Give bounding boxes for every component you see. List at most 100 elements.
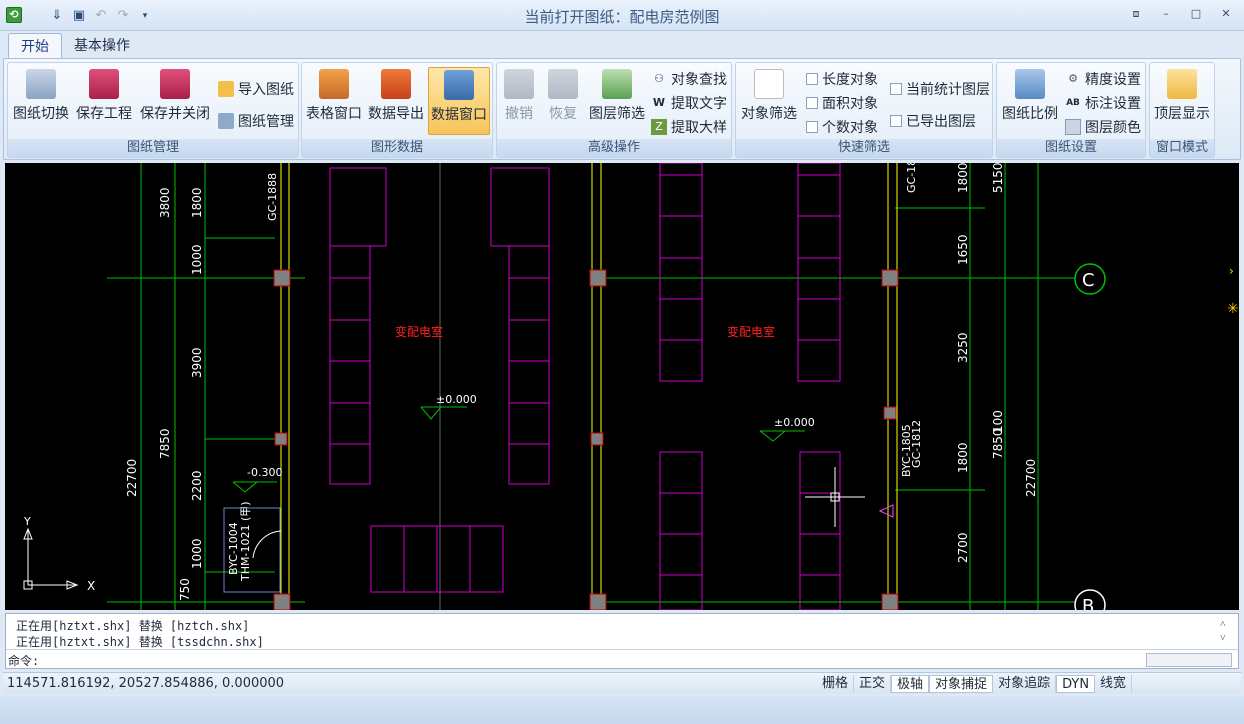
table-window-button[interactable]: 表格窗口 [304,67,364,135]
marker-triangle [878,504,894,518]
maximize-button[interactable]: □ [1188,6,1204,22]
cursor-coordinates: 114571.816192, 20527.854886, 0.000000 [7,676,285,691]
scale-ruler-icon [1015,69,1045,99]
extract-text-button[interactable]: W 提取文字 [651,93,727,113]
dim-text: 750 [178,578,192,601]
import-icon [218,81,234,97]
redo-button[interactable]: 恢复 [543,67,583,135]
precision-settings-button[interactable]: ⚙ 精度设置 [1065,69,1141,89]
columns [273,269,899,610]
window-title: 当前打开图纸：配电房范例图 [524,8,720,26]
axis-y-label: Y [23,515,31,528]
ab-annotation-icon: AB [1066,98,1080,108]
restore-small-icon[interactable]: ⧈ [1128,6,1144,22]
command-prompt: 命令: [8,654,40,668]
command-window: 正在用[hztxt.shx] 替换 [hztch.shx] 正在用[hztxt.… [5,613,1239,669]
checkbox-area[interactable] [806,97,818,109]
dim-text: 3900 [190,347,204,378]
osnap-toggle[interactable]: 对象捕捉 [929,675,994,693]
lineweight-toggle[interactable]: 线宽 [1095,675,1133,693]
ribbon-tabs: 开始 基本操作 [0,31,1244,59]
checkbox-count[interactable] [806,121,818,133]
polar-toggle[interactable]: 极轴 [891,675,930,693]
exported-layer-checkbox[interactable]: 已导出图层 [890,111,976,131]
dim-text: 3250 [956,332,970,363]
command-hscroll[interactable] [1146,653,1232,667]
group-window-mode: 顶层显示 窗口模式 [1149,62,1215,158]
equipment-tags: GC-1888 GC-18 BYC-1805 GC-1812 BYC-1004 … [227,163,923,582]
annotation-settings-button[interactable]: AB 标注设置 [1065,93,1141,113]
dim-text: 100 [991,410,1005,433]
command-input-row[interactable]: 命令: [6,649,1238,669]
door-swing [252,530,282,559]
command-history-line-2: 正在用[hztxt.shx] 替换 [tssdchn.shx] [16,635,264,649]
history-scroll[interactable]: ˄ ˅ [1220,618,1232,646]
edge-star-icon: ✳ [1227,301,1239,317]
top-display-button[interactable]: 顶层显示 [1152,67,1212,135]
green-dim-lines [107,163,1075,610]
excel-export-icon [381,69,411,99]
gears-icon: ⚙ [1068,72,1078,85]
paper-scale-button[interactable]: 图纸比例 [999,67,1061,135]
switchgear-cabinets [329,163,841,610]
data-export-button[interactable]: 数据导出 [366,67,426,135]
paper-manage-button[interactable]: 图纸管理 [218,111,294,131]
elevation-text-3: -0.300 [247,466,282,479]
checkbox-current-layer[interactable] [890,83,902,95]
save-close-button[interactable]: 保存并关闭 [138,67,212,135]
length-object-checkbox[interactable]: 长度对象 [806,69,878,89]
group-label-graph: 图形数据 [302,139,492,157]
extract-detail-button[interactable]: Z 提取大样 [651,117,727,137]
otrack-toggle[interactable]: 对象追踪 [993,675,1057,693]
group-label-settings: 图纸设置 [997,139,1145,157]
layer-color-button[interactable]: 图层颜色 [1065,117,1141,137]
elevation-text-1: ±0.000 [436,393,477,406]
crosshair-cursor [805,467,865,527]
group-label-paper: 图纸管理 [8,139,298,157]
group-advanced: 撤销 恢复 图层筛选 ⚇ 对象查找 W 提取文字 Z 提取大样 高级操作 [496,62,732,158]
group-label-window: 窗口模式 [1150,139,1214,157]
tab-start[interactable]: 开始 [8,33,62,59]
save-close-icon [160,69,190,99]
dim-text: 22700 [1024,459,1038,497]
detail-icon: Z [651,119,667,135]
undo-button[interactable]: 撤销 [499,67,539,135]
group-label-advanced: 高级操作 [497,139,731,157]
layer-filter-button[interactable]: 图层筛选 [587,67,647,135]
checkbox-exported-layer[interactable] [890,115,902,127]
tag-text: THM-1021 (甲) [239,501,252,582]
layer-color-icon [1065,119,1081,135]
window-bottom-bar [0,696,1244,724]
count-object-checkbox[interactable]: 个数对象 [806,117,878,137]
command-history-line-1: 正在用[hztxt.shx] 替换 [hztch.shx] [16,619,250,633]
data-window-button[interactable]: 数据窗口 [428,67,490,135]
paper-switch-button[interactable]: 图纸切换 [10,67,72,135]
grid-label-b: B [1082,596,1094,610]
status-bar: 114571.816192, 20527.854886, 0.000000 栅格… [3,672,1241,694]
layer-filter-icon [602,69,632,99]
dim-text: 1000 [190,244,204,275]
tab-basic-ops[interactable]: 基本操作 [62,33,142,59]
save-project-button[interactable]: 保存工程 [74,67,134,135]
dim-text: 1000 [190,538,204,569]
dim-text: 5150 [991,163,1005,193]
import-paper-button[interactable]: 导入图纸 [218,79,294,99]
group-paper-management: 图纸切换 保存工程 保存并关闭 导入图纸 图纸管理 图纸管理 [7,62,299,158]
object-filter-button[interactable]: 对象筛选 [738,67,800,135]
ortho-toggle[interactable]: 正交 [854,675,892,693]
find-object-button[interactable]: ⚇ 对象查找 [651,69,727,89]
cad-drawing-canvas[interactable]: ±0.000 ±0.000 -0.300 变配电室 变配电室 3800 1800… [5,163,1239,610]
axis-x-label: X [87,579,95,593]
minimize-button[interactable]: – [1158,6,1174,22]
dyn-toggle[interactable]: DYN [1056,675,1096,693]
checkbox-length[interactable] [806,73,818,85]
area-object-checkbox[interactable]: 面积对象 [806,93,878,113]
grid-toggle[interactable]: 栅格 [817,675,855,693]
object-filter-icon [754,69,784,99]
current-layer-checkbox[interactable]: 当前统计图层 [890,79,990,99]
close-button[interactable]: ✕ [1218,6,1234,22]
left-dimensions: 3800 1800 1000 3900 7850 22700 2200 1000… [125,187,204,601]
dim-text: 1800 [956,163,970,193]
dim-text: 2200 [190,470,204,501]
cad-drawing-svg[interactable]: ±0.000 ±0.000 -0.300 变配电室 变配电室 3800 1800… [5,163,1239,610]
